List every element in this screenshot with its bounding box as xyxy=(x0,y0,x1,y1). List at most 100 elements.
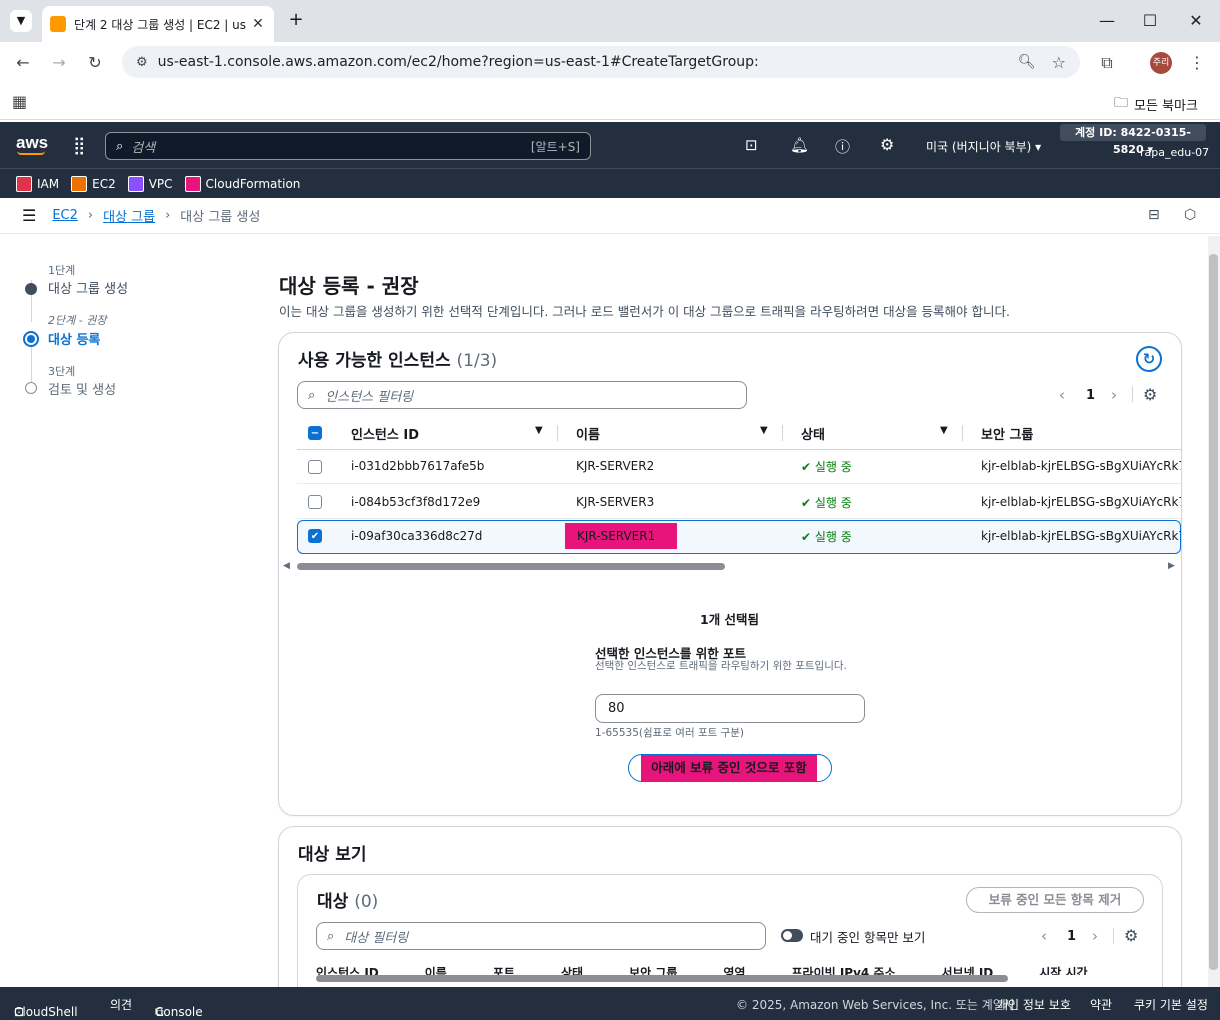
zoom-icon[interactable]: 🔍︎ xyxy=(1018,54,1036,70)
pending-only-label: 대기 중인 항목만 보기 xyxy=(810,930,926,945)
pending-only-toggle[interactable] xyxy=(781,929,803,942)
vertical-scrollbar[interactable] xyxy=(1209,254,1218,970)
refresh-icon[interactable]: ↻ xyxy=(1136,346,1162,372)
review-title: 대상 보기 xyxy=(298,845,367,865)
back-icon[interactable]: ← xyxy=(12,52,34,74)
settings-gear-icon[interactable]: ⚙ xyxy=(880,135,894,154)
feedback-link[interactable]: 의견 xyxy=(110,996,132,1013)
horizontal-scrollbar[interactable] xyxy=(297,563,725,570)
col-name[interactable]: 이름 xyxy=(576,424,600,443)
tab-search-icon[interactable]: ▼ xyxy=(10,10,32,32)
step-1-label[interactable]: 대상 그룹 생성 xyxy=(48,278,128,297)
hamburger-menu-icon[interactable]: ☰ xyxy=(22,206,36,225)
col-launch-time[interactable]: 시작 시간 xyxy=(1039,966,1087,975)
preferences-gear-icon[interactable]: ⚙ xyxy=(1124,926,1138,945)
scroll-right-icon[interactable]: ▶ xyxy=(1168,561,1175,571)
target-filter-input[interactable]: ⌕ 대상 필터링 xyxy=(316,922,766,950)
notifications-panel-icon[interactable]: ⊟ xyxy=(1148,207,1160,223)
new-tab-icon[interactable]: + xyxy=(284,8,308,32)
profile-avatar[interactable]: 주리 xyxy=(1150,52,1172,74)
close-tab-icon[interactable]: ✕ xyxy=(250,16,266,32)
aws-logo[interactable]: aws xyxy=(16,133,48,153)
close-window-icon[interactable]: ✕ xyxy=(1183,8,1209,34)
prev-page-icon[interactable]: ‹ xyxy=(1059,386,1065,404)
site-info-icon[interactable]: ⚙ xyxy=(136,55,148,70)
col-port[interactable]: 포트 xyxy=(493,966,515,975)
all-bookmarks[interactable]: 🗀 모든 북마크 xyxy=(1114,92,1198,116)
reload-icon[interactable]: ↻ xyxy=(84,52,106,74)
col-zone[interactable]: 영역 xyxy=(723,966,745,975)
selected-count: 1개 선택됨 xyxy=(700,612,760,627)
horizontal-scrollbar[interactable] xyxy=(316,975,1008,982)
fav-vpc[interactable]: VPC xyxy=(127,175,173,192)
instance-id: i-084b53cf3f8d172e9 xyxy=(351,495,481,509)
apps-grid-icon[interactable]: ▦ xyxy=(12,92,27,111)
sort-caret-icon[interactable]: ▼ xyxy=(535,425,543,436)
notifications-bell-icon[interactable]: 🔔︎ xyxy=(790,136,809,154)
remove-all-pending-button[interactable]: 보류 중인 모든 항목 제거 xyxy=(966,887,1144,913)
next-page-icon[interactable]: › xyxy=(1092,927,1098,945)
fav-cloudformation[interactable]: CloudFormation xyxy=(184,175,300,192)
aws-search-input[interactable]: ⌕ 검색 [알트+S] xyxy=(105,132,591,160)
row-checkbox[interactable] xyxy=(308,460,322,474)
success-check-icon: ✔ xyxy=(801,460,812,474)
menu-icon[interactable]: ⋮ xyxy=(1186,52,1208,74)
privacy-link[interactable]: 개인 정보 보호 xyxy=(997,996,1071,1013)
page-number[interactable]: 1 xyxy=(1067,929,1076,944)
minimize-icon[interactable]: — xyxy=(1094,8,1120,34)
ec2-icon xyxy=(71,175,88,192)
col-state[interactable]: 상태 xyxy=(801,424,825,443)
security-group: kjr-elblab-kjrELBSG-sBgXUiAYcRk7 xyxy=(981,495,1181,509)
terms-link[interactable]: 약관 xyxy=(1090,996,1112,1013)
breadcrumb-current: 대상 그룹 생성 xyxy=(180,210,261,225)
region-selector[interactable]: 미국 (버지니아 북부) ▾ xyxy=(926,138,1041,155)
search-icon: ⌕ xyxy=(327,928,335,944)
user-name[interactable]: rapa_edu-07 xyxy=(1140,146,1209,159)
instance-state: ✔ 실행 중 xyxy=(801,530,852,544)
col-security-group[interactable]: 보안 그룹 xyxy=(629,966,677,975)
col-name[interactable]: 이름 xyxy=(425,966,447,975)
prev-page-icon[interactable]: ‹ xyxy=(1041,927,1047,945)
cookie-preferences-link[interactable]: 쿠키 기본 설정 xyxy=(1134,996,1208,1013)
preferences-gear-icon[interactable]: ⚙ xyxy=(1143,385,1157,404)
col-state[interactable]: 상태 xyxy=(561,966,583,975)
port-input[interactable]: 80 xyxy=(595,694,865,723)
col-instance-id[interactable]: 인스턴스 ID xyxy=(316,966,379,975)
info-panel-icon[interactable]: ⬡ xyxy=(1184,207,1196,223)
maximize-icon[interactable]: ☐ xyxy=(1137,8,1163,34)
breadcrumb-target-groups[interactable]: 대상 그룹 xyxy=(103,206,155,225)
forward-icon[interactable]: → xyxy=(48,52,70,74)
page-number[interactable]: 1 xyxy=(1086,388,1095,403)
col-instance-id[interactable]: 인스턴스 ID xyxy=(351,424,419,443)
breadcrumb-ec2[interactable]: EC2 xyxy=(52,208,78,223)
fav-iam[interactable]: IAM xyxy=(16,175,59,192)
instance-filter-input[interactable]: ⌕ 인스턴스 필터링 xyxy=(297,381,747,409)
step-2-label[interactable]: 대상 등록 xyxy=(48,329,100,348)
divider xyxy=(557,425,558,441)
omnibox[interactable]: ⚙ us-east-1.console.aws.amazon.com/ec2/h… xyxy=(122,46,1080,78)
fav-ec2[interactable]: EC2 xyxy=(71,175,116,192)
include-pending-button[interactable]: 아래에 보류 중인 것으로 포함 xyxy=(628,754,832,782)
row-checkbox-checked[interactable]: ✔ xyxy=(308,529,322,543)
step-1-number: 1단계 xyxy=(48,264,76,277)
sort-caret-icon[interactable]: ▼ xyxy=(940,425,948,436)
sort-caret-icon[interactable]: ▼ xyxy=(760,425,768,436)
row-checkbox[interactable] xyxy=(308,495,322,509)
services-grid-icon[interactable]: ⣿ xyxy=(73,136,85,156)
col-private-ip[interactable]: 프라이빗 IPv4 주소 xyxy=(791,966,895,975)
extensions-icon[interactable]: ⧉ xyxy=(1096,52,1118,74)
step-3-label: 검토 및 생성 xyxy=(48,383,117,398)
col-security-group[interactable]: 보안 그룹 xyxy=(981,424,1033,443)
select-all-checkbox[interactable]: − xyxy=(308,426,322,440)
scroll-left-icon[interactable]: ◀ xyxy=(283,561,290,571)
help-icon[interactable]: ⓘ xyxy=(835,136,850,157)
col-subnet-id[interactable]: 서브넷 ID xyxy=(942,966,994,975)
instances-table-header xyxy=(297,416,1181,450)
next-page-icon[interactable]: › xyxy=(1111,386,1117,404)
toggle-knob xyxy=(783,931,792,940)
account-id-badge[interactable]: 계정 ID: 8422-0315-5820 ▾ xyxy=(1060,124,1206,156)
cloudshell-icon[interactable]: ⊡ xyxy=(745,136,758,154)
page-description: 이는 대상 그룹을 생성하기 위한 선택적 단계입니다. 그러나 로드 밸런서가… xyxy=(279,304,1010,319)
browser-tab[interactable]: 단계 2 대상 그룹 생성 | EC2 | us ✕ xyxy=(42,6,274,42)
bookmark-star-icon[interactable]: ☆ xyxy=(1052,53,1066,72)
